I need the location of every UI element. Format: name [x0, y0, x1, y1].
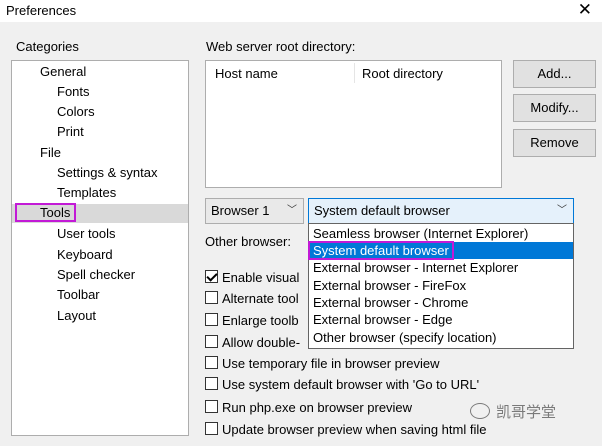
checkbox[interactable]	[205, 400, 218, 413]
checkbox-alternate-tool[interactable]: Alternate tool	[205, 289, 299, 309]
dropdown-option[interactable]: Seamless browser (Internet Explorer)	[309, 225, 573, 242]
column-header-root-directory[interactable]: Root directory	[362, 66, 443, 81]
tree-item-settings-syntax[interactable]: Settings & syntax	[57, 163, 157, 182]
checkbox[interactable]	[205, 313, 218, 326]
checkbox-label: Enlarge toolb	[222, 313, 299, 328]
checkbox[interactable]	[205, 422, 218, 435]
checkbox-label: Alternate tool	[222, 291, 299, 306]
checkbox-run-php[interactable]: Run php.exe on browser preview	[205, 398, 412, 418]
checkbox[interactable]	[205, 291, 218, 304]
dropdown-option[interactable]: Other browser (specify location)	[309, 329, 573, 346]
browser-type-value: System default browser	[314, 203, 450, 218]
watermark-text: 凯哥学堂	[496, 404, 557, 421]
wechat-icon	[470, 403, 490, 419]
tree-item-file[interactable]: File	[40, 143, 61, 162]
tree-item-print[interactable]: Print	[57, 122, 84, 141]
checkbox-label: Allow double-	[222, 335, 301, 350]
other-browser-label: Other browser:	[205, 234, 291, 249]
dropdown-option[interactable]: External browser - Edge	[309, 311, 573, 328]
tree-item-colors[interactable]: Colors	[57, 102, 95, 121]
checkbox[interactable]	[205, 335, 218, 348]
dropdown-option-selected[interactable]: System default browser	[308, 241, 573, 260]
tree-item-user-tools[interactable]: User tools	[57, 224, 116, 243]
close-icon[interactable]: ✕	[578, 0, 592, 20]
tree-item-layout[interactable]: Layout	[57, 306, 96, 325]
web-server-label: Web server root directory:	[206, 39, 356, 54]
web-server-list[interactable]: Host name Root directory	[205, 60, 502, 188]
browser-type-select[interactable]: System default browser ﹀	[308, 198, 574, 224]
tree-item-keyboard[interactable]: Keyboard	[57, 245, 113, 264]
checkbox-label: Update browser preview when saving html …	[222, 422, 487, 437]
dropdown-option[interactable]: External browser - Internet Explorer	[309, 259, 573, 276]
modify-button[interactable]: Modify...	[513, 94, 596, 122]
add-button[interactable]: Add...	[513, 60, 596, 88]
checkbox-enable-visual[interactable]: Enable visual	[205, 268, 299, 288]
chevron-down-icon: ﹀	[557, 205, 567, 216]
title-bar: Preferences ✕	[0, 0, 602, 22]
dropdown-option[interactable]: External browser - Chrome	[309, 294, 573, 311]
checkbox[interactable]	[205, 356, 218, 369]
tree-item-spell-checker[interactable]: Spell checker	[57, 265, 135, 284]
tree-item-general[interactable]: General	[40, 62, 86, 81]
checkbox-enlarge-toolbar[interactable]: Enlarge toolb	[205, 311, 299, 331]
checkbox-label: Use system default browser with 'Go to U…	[222, 377, 480, 392]
checkbox-label: Use temporary file in browser preview	[222, 356, 440, 371]
tree-item-toolbar[interactable]: Toolbar	[57, 285, 100, 304]
browser-number-select[interactable]: Browser 1 ﹀	[205, 198, 304, 224]
dropdown-option[interactable]: External browser - FireFox	[309, 277, 573, 294]
tree-item-tools[interactable]: Tools	[12, 203, 188, 223]
chevron-down-icon: ﹀	[287, 205, 297, 216]
checkbox-update-preview-on-save[interactable]: Update browser preview when saving html …	[205, 420, 486, 440]
checkbox-label: Enable visual	[222, 270, 300, 285]
column-separator	[354, 63, 355, 83]
browser-number-value: Browser 1	[211, 203, 270, 218]
window-title: Preferences	[6, 3, 77, 18]
checkbox-system-default-go-to-url[interactable]: Use system default browser with 'Go to U…	[205, 375, 479, 395]
checkbox[interactable]	[205, 377, 218, 390]
categories-label: Categories	[16, 39, 79, 54]
checkbox-allow-double[interactable]: Allow double-	[205, 333, 300, 353]
checkbox-temp-file-preview[interactable]: Use temporary file in browser preview	[205, 354, 439, 374]
column-header-host-name[interactable]: Host name	[215, 66, 278, 81]
checkbox-checked[interactable]	[205, 270, 218, 283]
browser-dropdown-list[interactable]: Seamless browser (Internet Explorer) Sys…	[308, 223, 574, 349]
watermark: 凯哥学堂	[470, 401, 556, 422]
remove-button[interactable]: Remove	[513, 129, 596, 157]
tree-item-fonts[interactable]: Fonts	[57, 82, 90, 101]
categories-tree[interactable]: General Fonts Colors Print File Settings…	[11, 60, 189, 436]
tree-item-templates[interactable]: Templates	[57, 183, 116, 202]
dropdown-option-label: System default browser	[308, 241, 454, 260]
tree-item-tools-label: Tools	[14, 203, 77, 222]
checkbox-label: Run php.exe on browser preview	[222, 400, 413, 415]
